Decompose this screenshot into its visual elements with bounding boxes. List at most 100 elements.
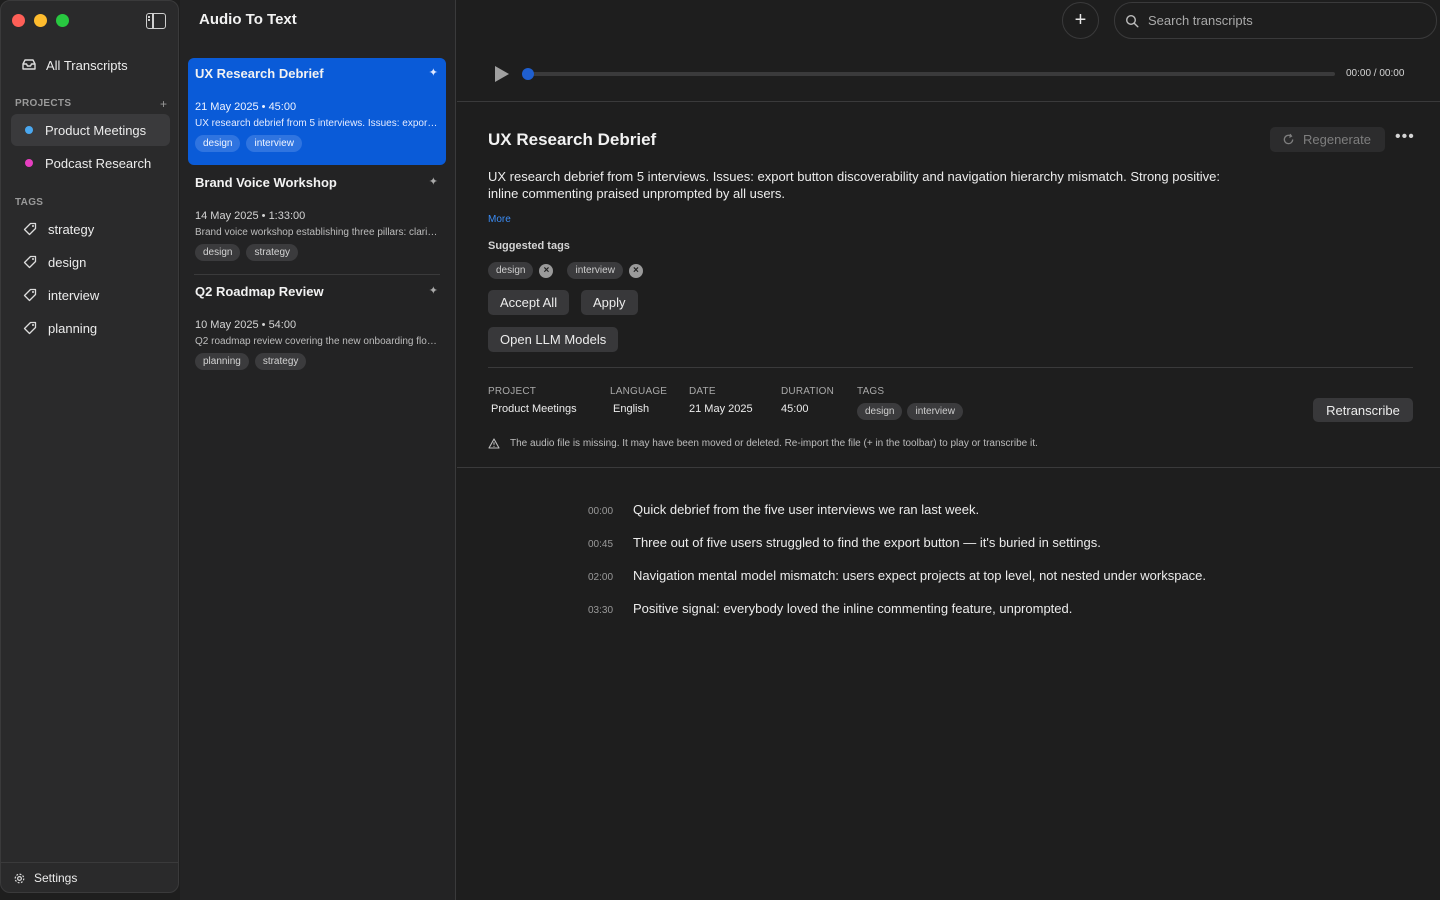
duration-meta-label: DURATION	[781, 386, 835, 397]
card-meta: 14 May 2025 • 1:33:00	[195, 210, 306, 222]
card-meta: 21 May 2025 • 45:00	[195, 101, 297, 113]
play-icon[interactable]	[495, 66, 509, 82]
duration-meta-value: 45:00	[781, 403, 809, 415]
card-summary: Q2 roadmap review covering the new onboa…	[195, 336, 439, 347]
card-title: UX Research Debrief	[195, 66, 324, 81]
tag-chip: design	[857, 403, 903, 420]
card-title: Brand Voice Workshop	[195, 175, 337, 190]
sparkle-icon[interactable]: ✦	[429, 284, 438, 297]
tag-chip: design	[195, 244, 241, 261]
segment-text: Navigation mental model mismatch: users …	[633, 568, 1207, 583]
project-color-dot	[25, 159, 33, 167]
more-link[interactable]: More	[488, 214, 511, 225]
card-summary: UX research debrief from 5 interviews. I…	[195, 118, 439, 129]
playback-scrubber[interactable]	[523, 72, 1335, 76]
open-llm-models-button[interactable]: Open LLM Models	[488, 327, 619, 352]
segment-text: Positive signal: everybody loved the inl…	[633, 601, 1073, 616]
card-tags: design strategy	[195, 244, 439, 261]
scrubber-knob[interactable]	[522, 68, 534, 80]
card-meta: 10 May 2025 • 54:00	[195, 319, 297, 331]
zoom-window-button[interactable]	[56, 14, 69, 27]
card-tags: design interview	[195, 135, 439, 152]
search-input[interactable]	[1148, 13, 1408, 28]
search-icon	[1125, 14, 1139, 28]
tag-item-strategy[interactable]: strategy	[11, 216, 170, 242]
remove-tag-icon[interactable]: ×	[628, 263, 643, 278]
transcript-segment[interactable]: 03:30 Positive signal: everybody loved t…	[588, 601, 1072, 616]
app-title: Audio To Text	[199, 11, 297, 28]
transcript-segment[interactable]: 02:00 Navigation mental model mismatch: …	[588, 568, 1206, 583]
segment-timestamp[interactable]: 03:30	[588, 605, 617, 616]
transcript-segment[interactable]: 00:00 Quick debrief from the five user i…	[588, 502, 979, 517]
tag-label: strategy	[48, 221, 95, 237]
segment-timestamp[interactable]: 02:00	[588, 572, 617, 583]
project-item-podcast-research[interactable]: Podcast Research	[11, 147, 170, 179]
tag-icon	[23, 321, 37, 335]
suggested-tags-row: design × interview ×	[488, 262, 651, 279]
warning-icon	[488, 438, 500, 449]
segment-timestamp[interactable]: 00:00	[588, 506, 617, 517]
meta-tags: design interview	[857, 403, 963, 420]
transcript-list-pane: Audio To Text UX Research Debrief ✦ 21 M…	[180, 0, 456, 900]
retranscribe-button[interactable]: Retranscribe	[1313, 398, 1413, 422]
transcript-summary: UX research debrief from 5 interviews. I…	[488, 169, 1220, 201]
detail-pane: + 00:00 / 00:00 UX Research Debrief Rege…	[457, 0, 1440, 900]
list-divider	[194, 274, 440, 275]
sidebar-toggle-icon[interactable]	[146, 13, 166, 29]
suggested-tags-heading: Suggested tags	[488, 240, 570, 252]
tag-chip: interview	[246, 135, 302, 152]
more-options-icon[interactable]: •••	[1395, 128, 1415, 146]
remove-tag-icon[interactable]: ×	[539, 263, 554, 278]
minimize-window-button[interactable]	[34, 14, 47, 27]
transcript-card[interactable]: Q2 Roadmap Review ✦ 10 May 2025 • 54:00 …	[188, 276, 446, 383]
card-tags: planning strategy	[195, 353, 439, 370]
add-transcript-button[interactable]: +	[1062, 2, 1099, 39]
tag-item-interview[interactable]: interview	[11, 282, 170, 308]
warning-text: The audio file is missing. It may have b…	[510, 438, 1038, 449]
suggested-tag-chip[interactable]: design	[488, 262, 534, 279]
accept-all-button[interactable]: Accept All	[488, 290, 570, 315]
tag-chip: interview	[907, 403, 963, 420]
metadata-divider	[488, 367, 1413, 368]
transcript-card[interactable]: Brand Voice Workshop ✦ 14 May 2025 • 1:3…	[188, 167, 446, 274]
suggested-tag-chip[interactable]: interview	[567, 262, 623, 279]
transcript-divider	[457, 467, 1440, 468]
settings-button[interactable]: Settings	[1, 862, 178, 893]
project-meta-label: PROJECT	[488, 386, 537, 397]
projects-heading: PROJECTS	[15, 98, 72, 109]
nav-all-transcripts[interactable]: All Transcripts	[11, 53, 169, 77]
tags-meta-label: TAGS	[857, 386, 885, 397]
add-project-button[interactable]: +	[160, 97, 167, 111]
tray-icon	[22, 59, 36, 70]
close-window-button[interactable]	[12, 14, 25, 27]
tag-label: planning	[48, 320, 98, 336]
settings-label: Settings	[34, 871, 78, 885]
sparkle-icon[interactable]: ✦	[429, 66, 438, 79]
regenerate-label: Regenerate	[1303, 132, 1371, 147]
search-field[interactable]	[1114, 2, 1437, 39]
project-label: Podcast Research	[45, 155, 152, 171]
language-meta-value: English	[613, 403, 650, 415]
segment-timestamp[interactable]: 00:45	[588, 539, 617, 550]
date-meta-label: DATE	[689, 386, 716, 397]
project-item-product-meetings[interactable]: Product Meetings	[11, 114, 170, 146]
tag-item-planning[interactable]: planning	[11, 315, 170, 341]
playback-time: 00:00 / 00:00	[1346, 68, 1405, 79]
tag-chip: strategy	[254, 353, 307, 370]
tag-icon	[23, 222, 37, 236]
gear-icon	[14, 873, 25, 883]
language-meta-label: LANGUAGE	[610, 386, 668, 397]
tag-chip: design	[195, 135, 241, 152]
project-label: Product Meetings	[45, 122, 147, 138]
tag-label: interview	[48, 287, 100, 303]
transcript-card[interactable]: UX Research Debrief ✦ 21 May 2025 • 45:0…	[188, 58, 446, 165]
apply-button[interactable]: Apply	[581, 290, 638, 315]
sparkle-icon[interactable]: ✦	[429, 175, 438, 188]
transcript-title: UX Research Debrief	[488, 130, 657, 149]
tag-item-design[interactable]: design	[11, 249, 170, 275]
regenerate-button[interactable]: Regenerate	[1270, 127, 1385, 152]
transcript-segment[interactable]: 00:45 Three out of five users struggled …	[588, 535, 1101, 550]
tag-label: design	[48, 254, 87, 270]
tags-heading: TAGS	[15, 197, 44, 208]
sidebar: All Transcripts PROJECTS + Product Meeti…	[0, 0, 179, 893]
